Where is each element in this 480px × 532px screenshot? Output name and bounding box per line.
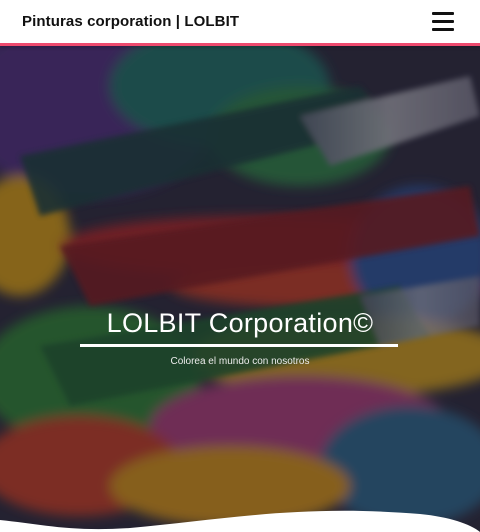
hero-subtitle: Colorea el mundo con nosotros xyxy=(170,356,310,367)
wave-divider xyxy=(0,510,480,532)
hamburger-menu-icon[interactable] xyxy=(432,12,454,32)
title-underline-divider xyxy=(80,344,398,347)
navbar: Pinturas corporation | LOLBIT xyxy=(0,0,480,46)
brand-title[interactable]: Pinturas corporation | LOLBIT xyxy=(22,13,239,30)
hero-background-image xyxy=(0,46,480,532)
hero-section: LOLBIT Corporation© Colorea el mundo con… xyxy=(0,46,480,532)
page: Pinturas corporation | LOLBIT LOLBIT Cor… xyxy=(0,0,480,532)
hero-title: LOLBIT Corporation© xyxy=(106,308,374,338)
